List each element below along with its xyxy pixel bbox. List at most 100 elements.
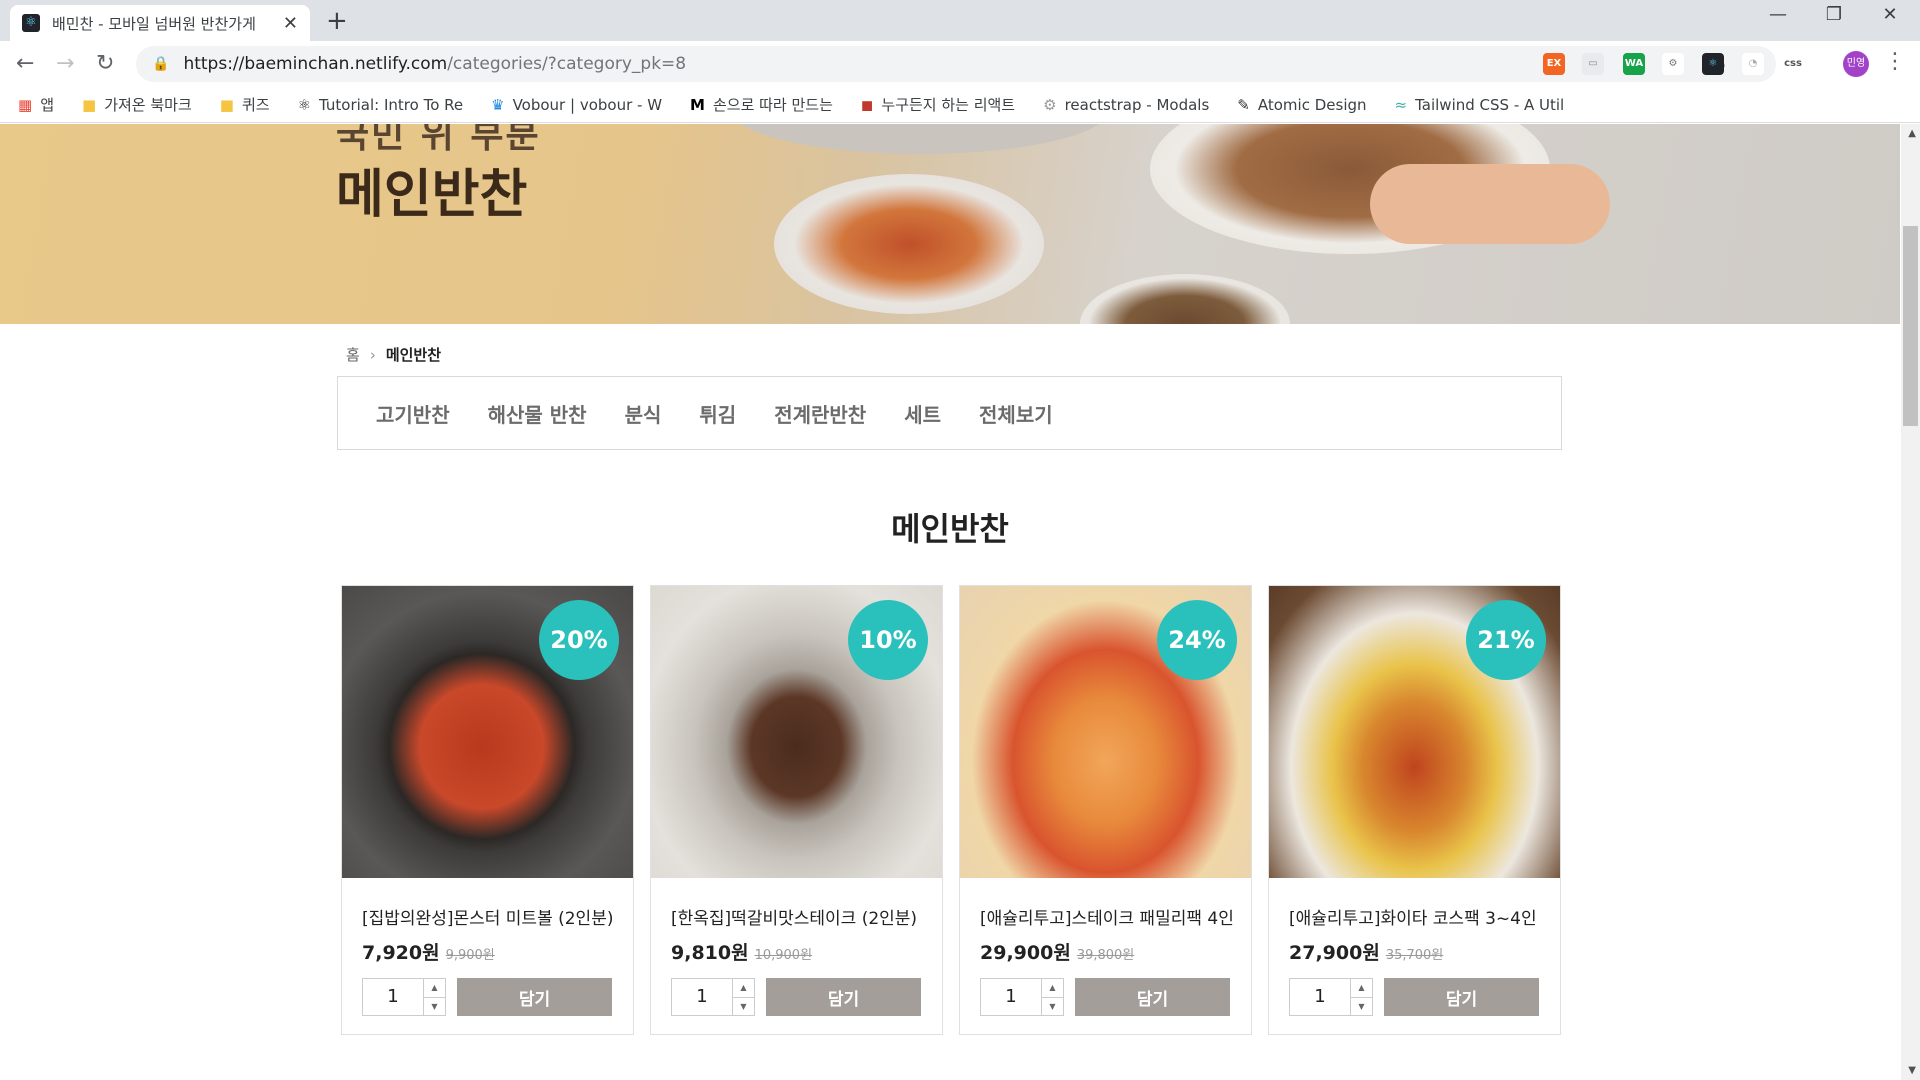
bookmark-label: 앱 xyxy=(40,96,54,114)
ex-extension-icon[interactable]: EX xyxy=(1543,53,1565,75)
lock-icon: 🔒 xyxy=(152,56,170,72)
quantity-value[interactable]: 1 xyxy=(672,979,732,1015)
tab-title: 배민찬 - 모바일 넘버원 반찬가게 xyxy=(52,14,256,33)
add-to-cart-button[interactable]: 담기 xyxy=(766,978,921,1016)
forward-icon[interactable]: → xyxy=(56,51,74,76)
scroll-down-icon[interactable]: ▼ xyxy=(1908,1065,1916,1076)
react-icon: ⚛ xyxy=(297,95,312,114)
quantity-buttons: ▲ ▼ xyxy=(1350,979,1372,1015)
page-viewport: 국민 위 부분 메인반찬 홈 › 메인반찬 고기반찬 해산물 반찬 분식 튀김 … xyxy=(0,124,1920,1080)
minimize-icon[interactable]: — xyxy=(1748,4,1808,25)
pen-icon: ✎ xyxy=(1237,95,1250,114)
bookmark-apps[interactable]: ▦ 앱 xyxy=(18,94,54,115)
profile-avatar[interactable]: 민영 xyxy=(1843,51,1869,77)
tab-close-icon[interactable]: ✕ xyxy=(283,13,298,34)
add-to-cart-button[interactable]: 담기 xyxy=(1384,978,1539,1016)
bookmark-label: Tutorial: Intro To Re xyxy=(319,95,464,114)
bookmark-reactstrap[interactable]: ⚙ reactstrap - Modals xyxy=(1043,96,1209,114)
breadcrumb-home[interactable]: 홈 xyxy=(346,344,360,365)
original-price: 10,900원 xyxy=(754,948,813,963)
bookmark-velopert[interactable]: ◼ 누구든지 하는 리액트 xyxy=(861,94,1015,115)
quantity-stepper[interactable]: 1 ▲ ▼ xyxy=(362,978,446,1016)
product-grid: 20% [집밥의완성]몬스터 미트볼 (2인분) 7,920원 9,900원 1… xyxy=(341,585,1561,1035)
browser-toolbar: ← → ↻ 🔒 https://baeminchan.netlify.com/c… xyxy=(0,41,1920,87)
medium-icon: M xyxy=(690,95,705,114)
quantity-up-icon[interactable]: ▲ xyxy=(733,979,754,998)
product-name[interactable]: [집밥의완성]몬스터 미트볼 (2인분) xyxy=(362,904,617,929)
wa-extension-icon[interactable]: WA xyxy=(1623,53,1645,75)
bookmark-label: 손으로 따라 만드는 xyxy=(712,96,833,114)
crown-icon: ♛ xyxy=(491,95,505,114)
bookmark-label: Vobour | vobour - W xyxy=(512,95,663,114)
menu-dots-icon[interactable]: ⋮ xyxy=(1884,49,1906,74)
hero-plate-image xyxy=(730,124,1110,154)
discount-badge: 10% xyxy=(848,600,928,680)
bookmark-vobour[interactable]: ♛ Vobour | vobour - W xyxy=(491,96,662,114)
hero-banner: 국민 위 부분 메인반찬 xyxy=(0,124,1900,324)
gear-extension-icon[interactable]: ⚙ xyxy=(1662,53,1684,75)
chevron-right-icon: › xyxy=(369,345,376,364)
quantity-value[interactable]: 1 xyxy=(981,979,1041,1015)
new-tab-icon[interactable]: + xyxy=(326,6,348,36)
bookmark-label: Atomic Design xyxy=(1257,95,1367,114)
quantity-stepper[interactable]: 1 ▲ ▼ xyxy=(980,978,1064,1016)
add-to-cart-button[interactable]: 담기 xyxy=(457,978,612,1016)
category-meat[interactable]: 고기반찬 xyxy=(376,399,450,428)
bookmark-medium[interactable]: M 손으로 따라 만드는 xyxy=(690,94,833,115)
bookmark-label: reactstrap - Modals xyxy=(1064,95,1210,114)
category-seafood[interactable]: 해산물 반찬 xyxy=(488,399,587,428)
react-devtools-icon[interactable]: ⚛ xyxy=(1702,53,1724,75)
screen-extension-icon[interactable]: ▭ xyxy=(1582,53,1604,75)
quantity-down-icon[interactable]: ▼ xyxy=(1042,998,1063,1016)
product-image[interactable]: 21% xyxy=(1269,586,1560,878)
hero-bowl-image xyxy=(774,174,1044,314)
quantity-up-icon[interactable]: ▲ xyxy=(1351,979,1372,998)
bookmark-quiz[interactable]: ■ 퀴즈 xyxy=(220,94,270,115)
product-name[interactable]: [한옥집]떡갈비맛스테이크 (2인분) xyxy=(671,904,926,929)
sale-price: 27,900원 xyxy=(1289,942,1380,964)
scroll-up-icon[interactable]: ▲ xyxy=(1908,128,1916,139)
quantity-up-icon[interactable]: ▲ xyxy=(424,979,445,998)
category-all[interactable]: 전체보기 xyxy=(979,399,1053,428)
category-jeon-egg[interactable]: 전계란반찬 xyxy=(774,399,866,428)
quantity-stepper[interactable]: 1 ▲ ▼ xyxy=(1289,978,1373,1016)
category-fried[interactable]: 튀김 xyxy=(699,399,736,428)
quantity-up-icon[interactable]: ▲ xyxy=(1042,979,1063,998)
product-image[interactable]: 10% xyxy=(651,586,942,878)
scrollbar-thumb[interactable] xyxy=(1903,226,1918,426)
css-extension-icon[interactable]: css xyxy=(1782,53,1804,75)
quantity-down-icon[interactable]: ▼ xyxy=(733,998,754,1016)
quantity-down-icon[interactable]: ▼ xyxy=(1351,998,1372,1016)
close-window-icon[interactable]: ✕ xyxy=(1860,4,1920,25)
category-set[interactable]: 세트 xyxy=(904,399,941,428)
product-name[interactable]: [애슐리투고]스테이크 패밀리팩 4인 xyxy=(980,904,1235,929)
quantity-buttons: ▲ ▼ xyxy=(732,979,754,1015)
product-image[interactable]: 20% xyxy=(342,586,633,878)
quantity-value[interactable]: 1 xyxy=(363,979,423,1015)
bookmark-imported[interactable]: ■ 가져온 북마크 xyxy=(82,94,192,115)
reload-icon[interactable]: ↻ xyxy=(96,51,114,76)
discount-badge: 24% xyxy=(1157,600,1237,680)
product-card: 20% [집밥의완성]몬스터 미트볼 (2인분) 7,920원 9,900원 1… xyxy=(341,585,634,1035)
product-image[interactable]: 24% xyxy=(960,586,1251,878)
bookmarks-bar: ▦ 앱 ■ 가져온 북마크 ■ 퀴즈 ⚛ Tutorial: Intro To Re ♛… xyxy=(0,87,1920,123)
bookmark-tailwind[interactable]: ≈ Tailwind CSS - A Util xyxy=(1395,96,1565,114)
quantity-stepper[interactable]: 1 ▲ ▼ xyxy=(671,978,755,1016)
bookmark-label: 가져온 북마크 xyxy=(104,96,192,114)
browser-tab[interactable]: ⚛ 배민찬 - 모바일 넘버원 반찬가게 ✕ xyxy=(10,5,310,41)
circle-extension-icon[interactable]: ◔ xyxy=(1742,53,1764,75)
add-to-cart-button[interactable]: 담기 xyxy=(1075,978,1230,1016)
discount-badge: 20% xyxy=(539,600,619,680)
sale-price: 9,810원 xyxy=(671,942,749,964)
section-title: 메인반찬 xyxy=(891,510,1009,548)
address-bar[interactable]: 🔒 https://baeminchan.netlify.com/categor… xyxy=(136,46,1776,82)
product-name[interactable]: [애슐리투고]화이타 코스팩 3~4인 xyxy=(1289,904,1544,929)
category-snack[interactable]: 분식 xyxy=(625,399,662,428)
back-icon[interactable]: ← xyxy=(16,51,34,76)
quantity-value[interactable]: 1 xyxy=(1290,979,1350,1015)
bookmark-react-tutorial[interactable]: ⚛ Tutorial: Intro To Re xyxy=(298,96,464,114)
restore-icon[interactable]: ❐ xyxy=(1804,4,1864,25)
quantity-down-icon[interactable]: ▼ xyxy=(424,998,445,1016)
tab-strip: ⚛ 배민찬 - 모바일 넘버원 반찬가게 ✕ + — ❐ ✕ xyxy=(0,0,1920,41)
bookmark-atomic-design[interactable]: ✎ Atomic Design xyxy=(1237,96,1366,114)
